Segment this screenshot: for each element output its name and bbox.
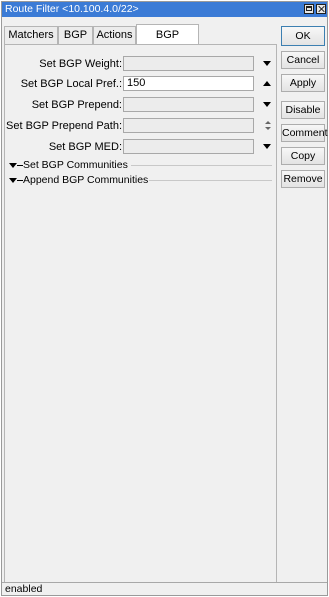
close-icon[interactable]: [316, 4, 326, 14]
collapse-arrow-icon[interactable]: [9, 163, 23, 168]
window-title: Route Filter <10.100.4.0/22>: [5, 3, 139, 15]
bgp-weight-field[interactable]: [123, 56, 254, 71]
bgp-prepend-row: Set BGP Prepend:: [5, 97, 278, 113]
dropdown-arrow-icon[interactable]: [263, 61, 271, 66]
status-bar: enabled: [2, 582, 327, 595]
bgp-local-pref-field[interactable]: 150: [123, 76, 254, 91]
bgp-actions-panel: Set BGP Weight: Set BGP Local Pref.: 150…: [4, 44, 277, 584]
bgp-weight-label: Set BGP Weight:: [39, 58, 122, 70]
status-text: enabled: [5, 583, 43, 595]
spin-down-icon[interactable]: [265, 127, 271, 130]
route-filter-window: Route Filter <10.100.4.0/22> Matchers BG…: [1, 1, 328, 596]
bgp-local-pref-label: Set BGP Local Pref.:: [20, 78, 122, 90]
copy-button[interactable]: Copy: [281, 147, 325, 165]
ok-button[interactable]: OK: [281, 26, 325, 46]
section-divider: [149, 180, 272, 181]
bgp-med-row: Set BGP MED:: [5, 139, 278, 155]
spin-up-icon[interactable]: [265, 121, 271, 124]
bgp-prepend-field[interactable]: [123, 97, 254, 112]
collapse-arrow-icon[interactable]: [9, 178, 23, 183]
bgp-weight-row: Set BGP Weight:: [5, 56, 278, 72]
bgp-med-label: Set BGP MED:: [48, 141, 122, 153]
bgp-prepend-path-label: Set BGP Prepend Path:: [6, 120, 122, 132]
section-divider: [131, 165, 272, 166]
tab-bgp-actions[interactable]: BGP Actions: [136, 24, 199, 62]
tab-actions[interactable]: Actions: [93, 26, 136, 44]
tab-matchers[interactable]: Matchers: [4, 26, 58, 44]
title-bar[interactable]: Route Filter <10.100.4.0/22>: [2, 2, 327, 17]
section-append-bgp-communities[interactable]: Append BGP Communities: [7, 174, 276, 187]
apply-button[interactable]: Apply: [281, 74, 325, 92]
section-set-bgp-communities[interactable]: Set BGP Communities: [7, 159, 276, 172]
tab-bgp[interactable]: BGP: [58, 26, 93, 44]
dropdown-arrow-icon[interactable]: [263, 102, 271, 107]
bgp-prepend-path-row: Set BGP Prepend Path:: [5, 118, 278, 134]
bgp-prepend-label: Set BGP Prepend:: [31, 99, 122, 111]
bgp-prepend-path-field[interactable]: [123, 118, 254, 133]
maximize-icon[interactable]: [304, 4, 314, 14]
bgp-med-field[interactable]: [123, 139, 254, 154]
dropdown-arrow-icon[interactable]: [263, 144, 271, 149]
up-arrow-icon[interactable]: [263, 81, 271, 86]
section-title: Set BGP Communities: [23, 159, 128, 171]
section-title: Append BGP Communities: [23, 174, 149, 186]
remove-button[interactable]: Remove: [281, 170, 325, 188]
cancel-button[interactable]: Cancel: [281, 51, 325, 69]
bgp-local-pref-row: Set BGP Local Pref.: 150: [5, 76, 278, 92]
comment-button[interactable]: Comment: [281, 124, 328, 142]
disable-button[interactable]: Disable: [281, 101, 325, 119]
